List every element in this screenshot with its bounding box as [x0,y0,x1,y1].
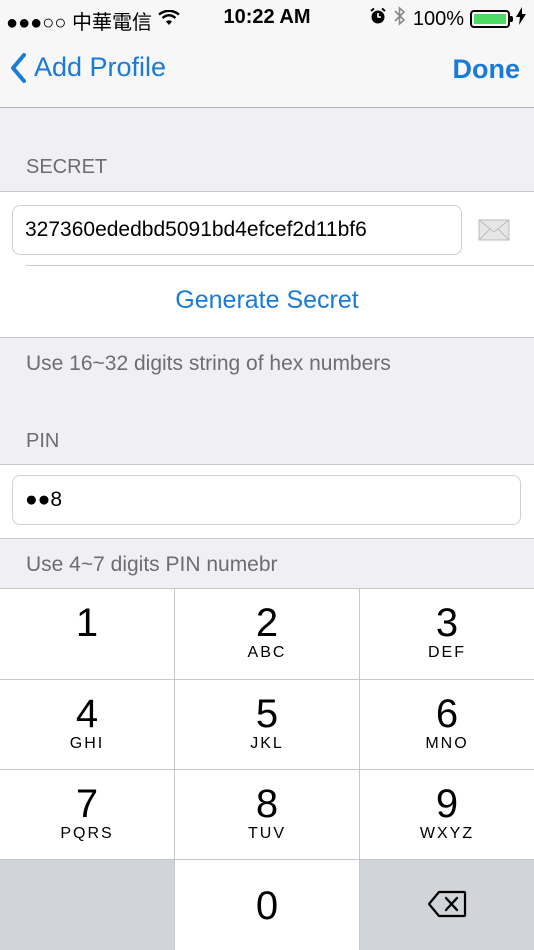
alarm-icon [369,7,387,31]
secret-section-header: SECRET [26,156,108,178]
chevron-left-icon [11,52,26,83]
back-button[interactable]: Add Profile [10,52,166,83]
key-6[interactable]: 6 MNO [360,680,534,769]
key-8[interactable]: 8 TUV [175,770,359,859]
key-letters: ABC [247,644,287,661]
key-5[interactable]: 5 JKL [175,680,359,769]
keypad-blank-key [0,860,174,950]
key-9[interactable]: 9 WXYZ [360,770,534,859]
key-letters: WXYZ [419,825,475,842]
key-digit: 0 [255,884,279,928]
keypad-divider [0,769,534,770]
pin-cell-group: ●●8 [0,464,534,539]
key-letters: MNO [425,735,469,752]
pin-field[interactable]: ●●8 [12,475,521,525]
battery-icon [470,10,513,28]
key-letters: PQRS [60,825,114,842]
key-digit: 8 [255,782,279,826]
battery-percent: 100% [412,7,464,30]
key-7[interactable]: 7 PQRS [0,770,174,859]
secret-value: 327360ededbd5091bd4efcef2d11bf6 [25,218,367,241]
bluetooth-icon [393,6,407,32]
backspace-key[interactable] [360,860,534,950]
key-0[interactable]: 0 [175,860,359,950]
key-letters: JKL [250,735,284,752]
secret-cell-group: 327360ededbd5091bd4efcef2d11bf6 Generate… [0,191,534,338]
cell-separator [26,265,534,266]
key-2[interactable]: 2 ABC [175,589,359,679]
keypad-divider [0,859,534,860]
generate-secret-button[interactable]: Generate Secret [0,286,534,315]
key-letters: TUV [248,825,286,842]
mail-icon[interactable] [478,219,510,246]
key-letters: GHI [69,735,105,752]
key-digit: 9 [435,782,459,826]
navigation-bar: Add Profile Done [0,36,534,108]
keypad-divider [0,679,534,680]
pin-hint: Use 4~7 digits PIN numebr [26,553,278,576]
charging-icon [516,7,526,31]
secret-hint: Use 16~32 digits string of hex numbers [26,352,391,375]
backspace-icon [427,890,467,918]
secret-field[interactable]: 327360ededbd5091bd4efcef2d11bf6 [12,205,462,255]
key-3[interactable]: 3 DEF [360,589,534,679]
key-digit: 7 [75,782,99,826]
pin-section-header: PIN [26,430,60,452]
key-digit: 3 [435,601,459,645]
back-button-label: Add Profile [34,52,167,82]
key-4[interactable]: 4 GHI [0,680,174,769]
key-letters: DEF [428,644,466,661]
done-button[interactable]: Done [453,54,521,85]
key-digit: 1 [75,601,99,645]
number-keypad: 1 2 ABC 3 DEF 4 GHI 5 JKL 6 MNO 7 PQRS 8… [0,588,534,950]
key-digit: 4 [75,692,99,736]
key-digit: 5 [255,692,279,736]
key-1[interactable]: 1 [0,589,174,679]
status-bar: ●●●○○ 中華電信 10:22 AM 100% [0,0,534,36]
key-digit: 2 [255,601,279,645]
key-digit: 6 [435,692,459,736]
pin-value: ●●8 [25,488,63,511]
status-right: 100% [369,6,526,32]
